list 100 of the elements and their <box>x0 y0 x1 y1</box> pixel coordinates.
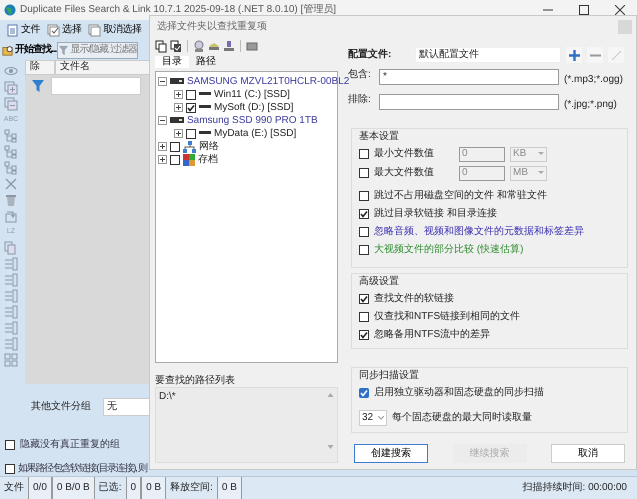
expander-icon[interactable] <box>158 116 167 125</box>
plus-icon <box>568 50 580 60</box>
filter-field[interactable] <box>51 77 141 96</box>
checkbox[interactable] <box>5 440 15 450</box>
tree-item[interactable]: Samsung SSD 990 PRO 1TB <box>187 114 318 126</box>
hint-text: (*.jpg;*.png) <box>564 98 617 110</box>
option-label: 最大文件数值 <box>374 167 435 179</box>
tree-item[interactable]: MySoft (D:) [SSD] <box>214 102 294 114</box>
checkbox[interactable] <box>359 208 369 218</box>
checkbox[interactable] <box>170 142 180 152</box>
tree-item[interactable]: 存档 <box>198 154 218 166</box>
checkbox[interactable] <box>186 102 196 112</box>
toolbar-button[interactable]: 开始查找... <box>2 44 56 56</box>
option-label: 每个固态硬盘的最大同时读取量 <box>392 412 532 424</box>
option-label: 查找文件的软链接 <box>374 292 454 304</box>
checkbox[interactable] <box>359 294 369 304</box>
toolbar-button[interactable]: 显示/隐藏 过滤器 <box>57 42 138 58</box>
maximize-icon[interactable] <box>579 5 589 15</box>
menu-item[interactable]: 文件 <box>4 24 42 36</box>
group-title: 高级设置 <box>359 276 400 288</box>
group-title: 同步扫描设置 <box>359 370 420 382</box>
checkbox[interactable] <box>359 388 369 398</box>
hard-drive-icon[interactable] <box>246 40 258 52</box>
option-label: 仅查找和NTFS链接到相同的文件 <box>374 310 520 322</box>
expander-icon[interactable] <box>158 142 167 151</box>
checkbox[interactable] <box>359 244 369 254</box>
tab[interactable]: 目录 <box>155 56 189 68</box>
option-label: 忽略音频、视频和图像文件的元数据和标签差异 <box>374 226 584 238</box>
column-header[interactable]: 除 <box>25 60 55 75</box>
dialog-button[interactable]: 创建搜索 <box>354 444 428 463</box>
field-label: 配置文件: <box>348 49 392 61</box>
chevron-icon <box>538 152 544 156</box>
archive-icon <box>183 154 195 166</box>
tab[interactable]: 路径 <box>189 56 223 68</box>
filter-field[interactable]: * <box>379 69 559 85</box>
tree-item[interactable]: 网络 <box>199 140 219 152</box>
expander-icon[interactable] <box>174 129 183 138</box>
add-button[interactable] <box>566 47 582 63</box>
option-label: 如果路径包含软链接(目录连接), 则 <box>18 463 147 475</box>
option-label: 最小文件数值 <box>374 148 435 160</box>
tree-item[interactable]: SAMSUNG MZVL21T0HCLR-00BL2 <box>187 76 350 88</box>
folder-search-icon <box>2 44 13 56</box>
status-value: 0 B/0 B <box>52 477 95 499</box>
expander-icon[interactable] <box>174 90 183 99</box>
disk-icon[interactable] <box>193 40 205 52</box>
option-label: 隐藏没有真正重复的组 <box>20 439 120 451</box>
field-label: 其他文件分组 <box>31 401 91 413</box>
checkbox[interactable] <box>186 90 196 100</box>
status-value: 0/0 <box>28 477 52 499</box>
status-label: 已选: <box>98 480 122 495</box>
option-label: 忽略备用NTFS流中的差异 <box>374 328 490 340</box>
pencil-icon <box>610 50 622 60</box>
section-label: 要查找的路径列表 <box>155 375 236 387</box>
checkbox[interactable] <box>5 464 15 474</box>
expander-icon[interactable] <box>158 155 167 164</box>
status-label: 文件 <box>3 480 25 495</box>
checkbox[interactable] <box>359 190 369 200</box>
dialog-button[interactable]: 取消 <box>551 444 625 463</box>
hint-text: (*.mp3;*.ogg) <box>564 74 623 86</box>
close-icon[interactable] <box>615 5 625 15</box>
dialog-title: 选择文件夹以查找重复项 <box>157 21 267 33</box>
scan-duration: 扫描持续时间: 00:00:00 <box>522 480 628 495</box>
checkbox[interactable] <box>359 330 369 340</box>
menu-item[interactable]: 取消选择 <box>86 24 144 36</box>
group-title: 基本设置 <box>359 130 400 142</box>
funnel-icon[interactable] <box>31 79 45 94</box>
expander-icon[interactable] <box>174 103 183 112</box>
profile-field[interactable]: 默认配置文件 <box>415 47 561 63</box>
tree-item[interactable]: MyData (E:) [SSD] <box>214 128 296 140</box>
filter-field[interactable] <box>379 94 559 110</box>
status-value: 0 B <box>141 477 166 499</box>
option-label: 大视频文件的部分比较 (快速估算) <box>374 244 524 256</box>
window-title: Duplicate Files Search & Link 10.7.1 2025-09-18 (.NET 8.0.10) [管理员] <box>20 4 336 16</box>
checkbox[interactable] <box>186 128 196 138</box>
checkbox[interactable] <box>359 226 369 236</box>
pages-icon <box>88 24 102 36</box>
chevron-icon <box>378 416 384 420</box>
network-drive-icon[interactable] <box>223 40 235 52</box>
checked-pages-icon <box>47 24 60 36</box>
menu-item[interactable]: 选择 <box>45 24 84 36</box>
field-label: 包含: <box>348 69 372 80</box>
network-icon <box>183 140 196 152</box>
remove-button[interactable] <box>587 47 603 63</box>
status-label: 释放空间: <box>169 480 214 495</box>
option-label: 跳过目录软链接 和目录连接 <box>374 208 497 220</box>
checkbox[interactable] <box>359 312 369 322</box>
status-value: 0 B <box>216 477 242 499</box>
copy-icon[interactable] <box>155 40 167 52</box>
document-icon <box>6 24 19 36</box>
option-label: 启用独立驱动器和固态硬盘的同步扫描 <box>374 386 544 398</box>
checked-copy-icon[interactable] <box>170 40 182 52</box>
count-select[interactable]: 32 <box>359 410 387 426</box>
option-label: 跳过不占用磁盘空间的文件 和常驻文件 <box>374 190 547 202</box>
tree-item[interactable]: Win11 (C:) [SSD] <box>214 88 290 100</box>
scroll-arrows-icon <box>327 391 334 451</box>
funnel-icon <box>58 44 70 56</box>
checkbox[interactable] <box>170 154 180 164</box>
expander-icon[interactable] <box>158 77 167 86</box>
chevron-icon <box>538 171 544 175</box>
status-value: 0 <box>126 477 142 499</box>
